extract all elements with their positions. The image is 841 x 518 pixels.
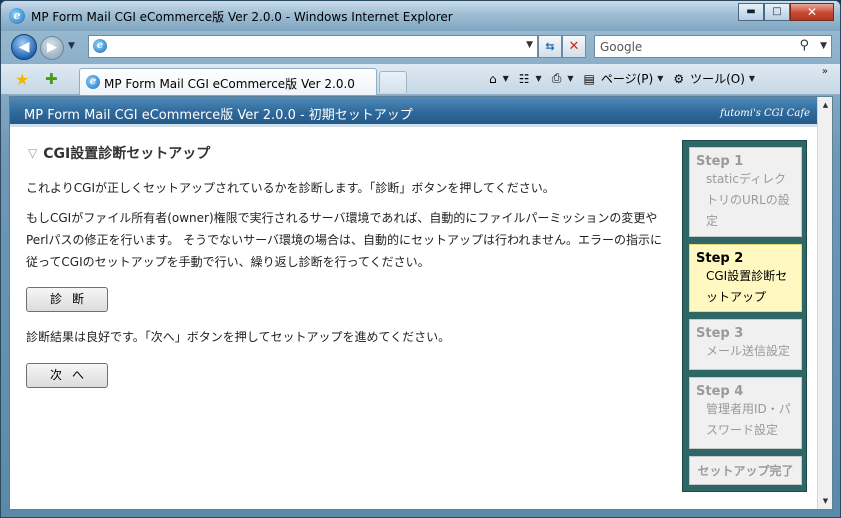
tab-bar: ★ ✚ e MP Form Mail CGI eCommerce版 Ver 2.… [1, 63, 840, 95]
home-dropdown-icon[interactable]: ▼ [503, 74, 509, 83]
minimize-button[interactable]: ▬ [738, 3, 764, 21]
heading-text: CGI設置診断セットアップ [43, 146, 211, 162]
navigation-bar: ◀ ▶ ▼ e ▼ ⇆ ✕ Google ⚲ ▼ [1, 31, 840, 63]
stop-button[interactable]: ✕ [562, 35, 586, 58]
step-number: Step 2 [696, 251, 744, 266]
step-label: メール送信設定 [706, 344, 791, 358]
favorites-star-icon[interactable]: ★ [15, 70, 29, 89]
step-complete: セットアップ完了 [689, 456, 802, 485]
next-button[interactable]: 次へ [26, 363, 108, 388]
page-menu-dropdown-icon[interactable]: ▼ [657, 74, 663, 83]
tools-menu[interactable]: ツール(O) [690, 70, 745, 87]
diagnose-button[interactable]: 診断 [26, 287, 108, 312]
search-dropdown-icon[interactable]: ▼ [820, 41, 827, 51]
browser-window: e MP Form Mail CGI eCommerce版 Ver 2.0.0 … [0, 0, 841, 518]
page-viewport: MP Form Mail CGI eCommerce版 Ver 2.0.0 - … [9, 96, 833, 510]
page-banner: MP Form Mail CGI eCommerce版 Ver 2.0.0 - … [10, 97, 818, 127]
search-icon[interactable]: ⚲ [799, 38, 809, 53]
address-dropdown-icon[interactable]: ▼ [526, 40, 533, 50]
home-icon[interactable]: ⌂ [489, 72, 497, 86]
tab-label: MP Form Mail CGI eCommerce版 Ver 2.0.0 [104, 77, 355, 91]
ie-logo-icon: e [9, 8, 25, 24]
page-menu-icon: ▤ [583, 71, 595, 86]
feeds-icon[interactable]: ☷ [519, 72, 530, 86]
step-label: CGI設置診断セットアップ [706, 269, 788, 304]
step-2-active: Step 2 CGI設置診断セットアップ [689, 244, 802, 312]
banner-title: MP Form Mail CGI eCommerce版 Ver 2.0.0 - … [24, 108, 413, 123]
step-number: Step 1 [696, 154, 744, 169]
command-bar: ⌂ ▼ ☷ ▼ ⎙ ▼ ▤ ページ(P) ▼ ⚙ ツール(O) ▼ [489, 70, 765, 87]
refresh-button[interactable]: ⇆ [538, 35, 562, 58]
tools-menu-dropdown-icon[interactable]: ▼ [749, 74, 755, 83]
feeds-dropdown-icon[interactable]: ▼ [536, 74, 542, 83]
print-icon[interactable]: ⎙ [552, 71, 562, 86]
description-text: もしCGIがファイル所有者(owner)権限で実行されるサーバ環境であれば、自動… [26, 211, 662, 269]
step-number: Step 3 [696, 326, 744, 341]
brand-logo: futomi's CGI Cafe [720, 108, 810, 119]
add-favorites-icon[interactable]: ✚ [45, 70, 58, 88]
title-bar[interactable]: e MP Form Mail CGI eCommerce版 Ver 2.0.0 … [1, 1, 840, 31]
maximize-button[interactable]: □ [764, 3, 790, 21]
result-text: 診断結果は良好です。「次へ」ボタンを押してセットアップを進めてください。 [26, 330, 451, 344]
tab-active[interactable]: e MP Form Mail CGI eCommerce版 Ver 2.0.0 [79, 68, 377, 95]
page-menu[interactable]: ページ(P) [601, 70, 653, 87]
search-box[interactable]: Google ⚲ ▼ [594, 35, 832, 58]
new-tab-button[interactable] [379, 71, 407, 93]
forward-button[interactable]: ▶ [40, 36, 64, 60]
heading-arrow-icon: ▽ [28, 146, 38, 160]
window-title: MP Form Mail CGI eCommerce版 Ver 2.0.0 - … [31, 10, 453, 24]
tools-gear-icon: ⚙ [673, 71, 685, 86]
intro-text: これよりCGIが正しくセットアップされているかを診断します。「診断」ボタンを押し… [26, 181, 555, 195]
scroll-up-icon[interactable]: ▲ [818, 97, 832, 113]
section-heading: ▽ CGI設置診断セットアップ [28, 143, 210, 163]
step-label: staticディレクトリのURLの設定 [706, 172, 790, 228]
step-3: Step 3 メール送信設定 [689, 319, 802, 370]
step-1: Step 1 staticディレクトリのURLの設定 [689, 147, 802, 237]
address-bar[interactable]: e ▼ [88, 35, 538, 58]
search-input[interactable]: Google [600, 40, 642, 54]
scroll-down-icon[interactable]: ▼ [818, 493, 832, 509]
step-4: Step 4 管理者用ID・パスワード設定 [689, 377, 802, 449]
step-number: Step 4 [696, 384, 744, 399]
toolbar-overflow-icon[interactable]: » [822, 66, 828, 77]
step-label: 管理者用ID・パスワード設定 [706, 402, 791, 437]
main-content: ▽ CGI設置診断セットアップ これよりCGIが正しくセットアップされているかを… [10, 130, 670, 509]
setup-steps-panel: Step 1 staticディレクトリのURLの設定 Step 2 CGI設置診… [682, 140, 807, 492]
tab-page-icon: e [86, 75, 100, 89]
recent-pages-dropdown-icon[interactable]: ▼ [68, 41, 75, 51]
back-button[interactable]: ◀ [11, 34, 37, 60]
page-icon: e [93, 39, 107, 53]
vertical-scrollbar[interactable]: ▲ ▼ [817, 97, 832, 509]
print-dropdown-icon[interactable]: ▼ [567, 74, 573, 83]
window-controls: ▬ □ ✕ [738, 3, 834, 21]
close-button[interactable]: ✕ [790, 3, 834, 21]
